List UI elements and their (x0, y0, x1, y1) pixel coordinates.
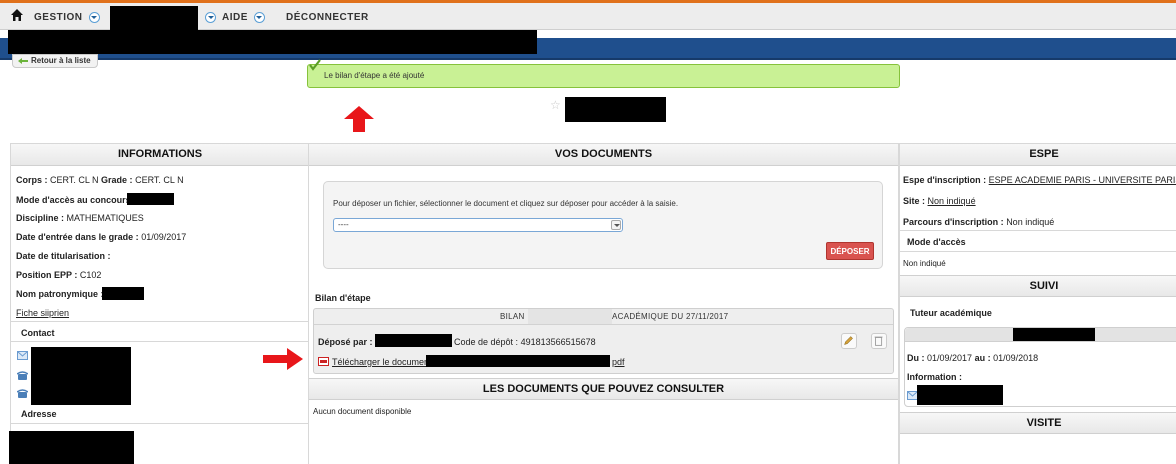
menu-gestion-label: GESTION (34, 12, 83, 23)
chevron-down-icon[interactable] (88, 12, 100, 23)
select-value: ---- (338, 220, 349, 229)
redacted-nom (102, 287, 144, 300)
redacted-header-name (8, 30, 537, 54)
menu-gestion[interactable]: GESTION (34, 12, 100, 23)
favorite-star-icon[interactable]: ☆ (550, 98, 561, 112)
phone-icon (17, 389, 28, 398)
redacted-adresse (9, 431, 134, 464)
date-titularisation-row: Date de titularisation : (16, 251, 111, 261)
upload-form: Pour déposer un fichier, sélectionner le… (323, 181, 883, 269)
tuteur-card: Du : 01/09/2017 au : 01/09/2018 Informat… (904, 327, 1176, 407)
divider (11, 341, 309, 342)
discipline-row: Discipline : MATHEMATIQUES (16, 213, 144, 223)
redacted-tuteur-name (1013, 328, 1095, 341)
depose-par-row: Déposé par : (318, 337, 373, 347)
redacted-depose-par (375, 334, 452, 347)
bilan-heading: Bilan d'étape (315, 293, 371, 303)
menu-deconnecter[interactable]: DÉCONNECTER (286, 12, 369, 23)
deposer-button[interactable]: DÉPOSER (826, 242, 874, 260)
position-row: Position EPP : C102 (16, 270, 102, 280)
mode-acces-heading: Mode d'accès (907, 237, 966, 247)
espe-title: ESPE (900, 144, 1176, 166)
chevron-down-icon[interactable] (253, 12, 265, 23)
redacted-mode-acces (127, 193, 174, 205)
red-up-arrow-annotation (344, 106, 374, 132)
consult-title: LES DOCUMENTS QUE POUVEZ CONSULTER (309, 378, 898, 400)
chevron-down-icon[interactable] (611, 220, 621, 230)
informations-panel: INFORMATIONS Corps : CERT. CL N Grade : … (9, 143, 310, 464)
site-row: Site : Non indiqué (903, 196, 976, 206)
mode-acces-value: Non indiqué (903, 259, 946, 268)
documents-title: VOS DOCUMENTS (309, 144, 898, 166)
upload-prompt: Pour déposer un fichier, sélectionner le… (333, 199, 679, 208)
success-flash: Le bilan d'étape a été ajouté (307, 59, 900, 88)
bilan-title: BILAN ACADÉMIQUE DU 27/11/2017 (314, 309, 893, 325)
espe-inscription-link[interactable]: ESPE ACADEMIE PARIS - UNIVERSITE PARIS 4 (989, 175, 1176, 185)
download-ext: pdf (612, 357, 625, 367)
adresse-heading: Adresse (21, 409, 57, 419)
menu-aide-label: AIDE (222, 12, 248, 23)
top-nav-bar: GESTION AIDE DÉCONNECTER (0, 0, 1176, 30)
redacted-person-name (565, 97, 666, 122)
bilan-document-card: BILAN ACADÉMIQUE DU 27/11/2017 Déposé pa… (313, 308, 894, 374)
nom-patronymique-row: Nom patronymique : (16, 289, 104, 299)
visite-title: VISITE (900, 412, 1176, 434)
divider (900, 251, 1176, 252)
edit-pencil-icon[interactable] (841, 333, 857, 349)
phone-icon (17, 371, 28, 380)
redacted-contact (31, 347, 131, 405)
divider (900, 230, 1176, 231)
suivi-title: SUIVI (900, 275, 1176, 297)
delete-icon[interactable] (871, 333, 887, 349)
parcours-row: Parcours d'inscription : Non indiqué (903, 217, 1055, 227)
code-depot-row: Code de dépôt : 491813566515678 (454, 337, 596, 347)
pdf-icon (318, 357, 329, 366)
site-link[interactable]: Non indiqué (928, 196, 976, 206)
fiche-link-row: Fiche siiprien (16, 308, 69, 318)
documents-panel: VOS DOCUMENTS Pour déposer un fichier, s… (308, 143, 899, 464)
flash-text: Le bilan d'étape a été ajouté (324, 71, 425, 80)
menu-deconnecter-label: DÉCONNECTER (286, 12, 369, 23)
divider (11, 423, 309, 424)
back-to-list-button[interactable]: Retour à la liste (12, 54, 98, 68)
information-row: Information : (907, 372, 962, 382)
period-row: Du : 01/09/2017 au : 01/09/2018 (907, 353, 1039, 363)
contact-heading: Contact (21, 328, 55, 338)
mode-acces-row: Mode d'accès au concours : (16, 195, 137, 205)
download-row: Télécharger le document (332, 357, 432, 367)
chevron-down-icon[interactable] (205, 12, 216, 23)
fiche-link[interactable]: Fiche siiprien (16, 308, 69, 318)
no-documents-text: Aucun document disponible (313, 407, 412, 416)
download-document-link[interactable]: Télécharger le document (332, 357, 432, 367)
redacted-block (110, 6, 198, 30)
redacted-filename (426, 355, 610, 367)
red-right-arrow-annotation (263, 348, 303, 370)
arrow-left-icon (18, 58, 28, 64)
espe-panel: ESPE Espe d'inscription : ESPE ACADEMIE … (899, 143, 1176, 464)
date-entree-row: Date d'entrée dans le grade : 01/09/2017 (16, 232, 187, 242)
divider (11, 321, 309, 322)
informations-title: INFORMATIONS (11, 144, 309, 166)
home-icon[interactable] (10, 8, 24, 22)
email-icon (17, 351, 28, 360)
menu-aide[interactable]: AIDE (205, 12, 265, 23)
redacted-tuteur-email (917, 385, 1003, 405)
tuteur-heading: Tuteur académique (910, 308, 992, 318)
corps-row: Corps : CERT. CL N Grade : CERT. CL N (16, 175, 184, 185)
check-icon (309, 59, 321, 71)
document-type-select[interactable]: ---- (333, 218, 623, 232)
espe-inscription-row: Espe d'inscription : ESPE ACADEMIE PARIS… (903, 175, 1176, 185)
back-label: Retour à la liste (31, 56, 91, 65)
